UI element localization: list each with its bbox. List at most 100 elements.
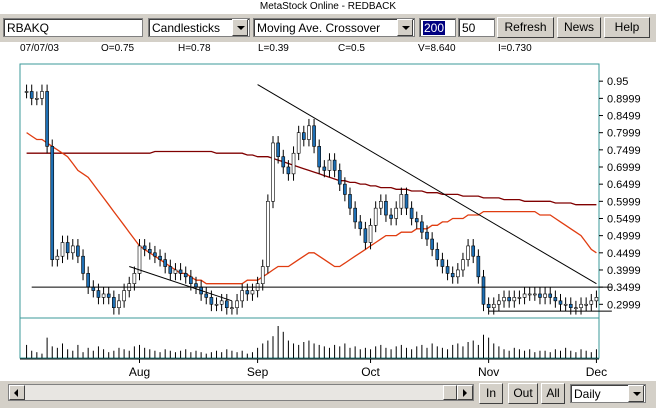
candle-body <box>286 166 291 175</box>
candle-body <box>214 303 219 306</box>
candle-body <box>307 125 311 140</box>
candle-body <box>379 200 383 209</box>
x-tick-label: Oct <box>361 365 380 379</box>
period-long-input[interactable]: 200 <box>419 18 456 37</box>
zoom-out-button[interactable]: Out <box>508 383 538 404</box>
help-button[interactable]: Help <box>604 17 650 38</box>
quote-high: H=0.78 <box>178 43 211 54</box>
candle-body <box>522 293 527 298</box>
toolbar: RBAKQ Candlesticks Moving Ave. Crossover… <box>0 14 656 42</box>
candle-body <box>420 221 424 233</box>
candle-body <box>260 266 265 284</box>
candle-body <box>461 259 465 271</box>
candle-body <box>327 159 332 171</box>
chevron-down-icon[interactable] <box>628 385 644 402</box>
candle-body <box>471 245 476 257</box>
chevron-down-icon[interactable] <box>232 19 248 36</box>
candle-body <box>194 283 198 288</box>
candle-body <box>404 194 409 209</box>
period-short-input[interactable]: 50 <box>458 18 495 37</box>
quote-open: O=0.75 <box>101 43 135 54</box>
indicator-value: Moving Ave. Crossover <box>257 21 381 35</box>
candle-body <box>512 297 517 302</box>
candle-body <box>45 91 49 147</box>
candle-body <box>389 214 393 219</box>
candle-body <box>183 273 188 278</box>
candle-body <box>594 297 599 302</box>
candle-body <box>219 300 224 305</box>
candle-body <box>456 269 460 278</box>
zoom-all-button[interactable]: All <box>541 383 565 404</box>
candle-body <box>291 152 296 175</box>
candle-body <box>101 293 106 298</box>
horizontal-scrollbar[interactable] <box>8 384 474 401</box>
candle-body <box>301 132 306 140</box>
candle-body <box>230 307 234 310</box>
candle-body <box>158 255 162 260</box>
candle-body <box>276 142 280 157</box>
candle-body <box>65 242 70 254</box>
candle-body <box>189 276 193 284</box>
indicator-select[interactable]: Moving Ave. Crossover <box>253 18 415 37</box>
candle-body <box>96 290 101 298</box>
candle-body <box>373 207 378 226</box>
candle-body <box>112 297 116 309</box>
candle-body <box>178 269 183 274</box>
candle-body <box>163 259 167 267</box>
candle-body <box>584 303 588 306</box>
chart-svg: 0.95 0.8999 0.8499 0.7999 0.7499 0.6999 0.6499… <box>19 63 641 379</box>
candle-body <box>117 300 121 309</box>
candle-body <box>296 132 301 154</box>
period-long-value: 200 <box>423 21 446 35</box>
chevron-down-icon[interactable] <box>397 19 413 36</box>
candle-body <box>224 300 229 309</box>
scroll-thumb[interactable] <box>443 385 457 400</box>
candle-body <box>538 293 542 298</box>
candle-body <box>430 238 434 250</box>
candle-body <box>332 159 337 171</box>
candle-body <box>548 293 553 298</box>
candle-body <box>337 170 342 185</box>
candle-body <box>132 273 137 284</box>
y-tick-label: 0.7499 <box>607 145 641 157</box>
candle-body <box>50 146 55 260</box>
quote-volume: V=8.640 <box>418 43 456 54</box>
candle-body <box>384 200 388 216</box>
candle-body <box>122 290 126 302</box>
candle-body <box>358 221 363 230</box>
candle-body <box>281 156 286 168</box>
x-tick-label: Dec <box>586 365 607 379</box>
scroll-left-icon[interactable] <box>9 385 25 400</box>
candle-body <box>466 245 470 260</box>
candle-body <box>142 245 147 250</box>
candle-body <box>322 166 327 171</box>
bottom-bar: In Out All Daily <box>0 381 656 408</box>
candle-body <box>517 297 522 299</box>
volume-panel-frame <box>19 317 600 359</box>
price-chart[interactable]: 0.95 0.8999 0.8499 0.7999 0.7499 0.6999 0.6499… <box>0 54 656 381</box>
zoom-in-button[interactable]: In <box>479 383 503 404</box>
candle-body <box>86 273 90 288</box>
scroll-right-icon[interactable] <box>457 385 473 400</box>
refresh-button[interactable]: Refresh <box>497 17 554 38</box>
candle-body <box>486 303 491 309</box>
candle-body <box>579 303 583 309</box>
chart-style-value: Candlesticks <box>152 21 221 35</box>
candle-body <box>240 290 244 302</box>
candle-body <box>271 142 275 202</box>
y-tick-label: 0.7999 <box>607 128 641 140</box>
y-tick-label: 0.8499 <box>607 111 641 123</box>
candle-body <box>476 255 481 278</box>
candle-body <box>168 266 173 274</box>
y-tick-label: 0.6499 <box>607 179 641 191</box>
candle-body <box>266 200 270 267</box>
y-tick-label: 0.6999 <box>607 162 641 174</box>
candle-body <box>563 303 568 306</box>
symbol-input[interactable]: RBAKQ <box>3 18 143 37</box>
quote-date: 07/07/03 <box>20 43 59 54</box>
news-button[interactable]: News <box>557 17 601 38</box>
y-tick-label: 0.5499 <box>607 213 641 225</box>
candle-body <box>553 297 558 302</box>
candle-body <box>204 293 209 298</box>
x-tick-label: Nov <box>478 365 499 379</box>
